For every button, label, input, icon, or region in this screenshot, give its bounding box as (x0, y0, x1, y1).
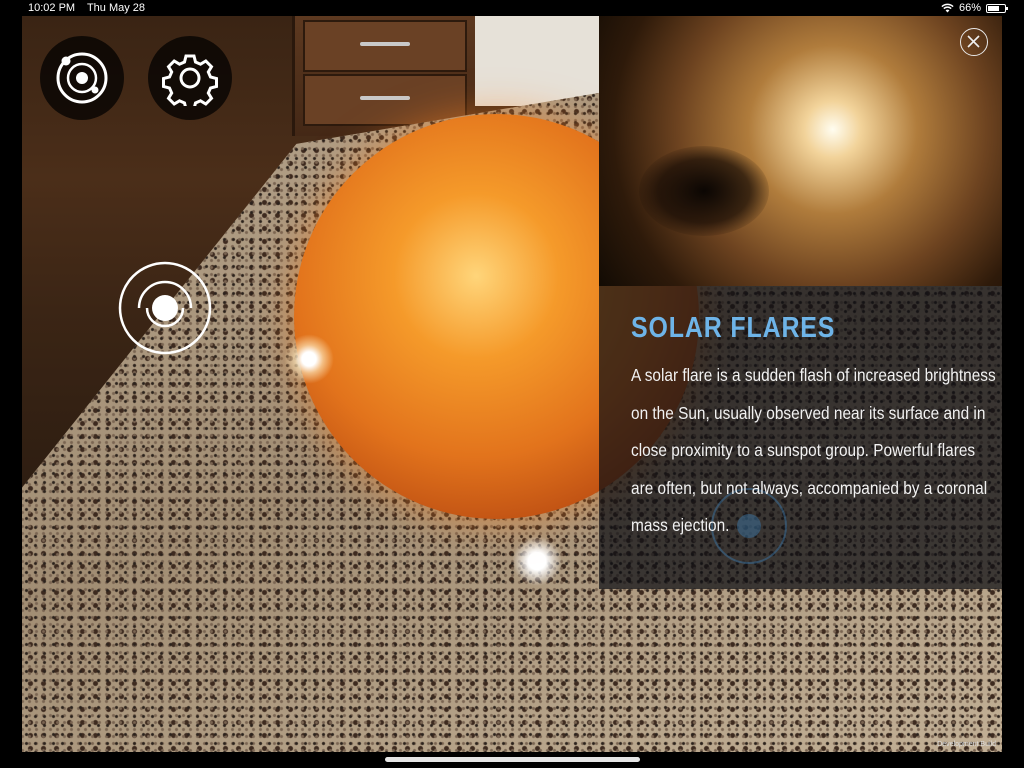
solar-flare-image (599, 16, 1002, 286)
settings-button[interactable] (148, 36, 232, 120)
light-reflection (512, 536, 562, 586)
info-body: A solar flare is a sudden flash of incre… (631, 365, 996, 535)
sunspot (639, 146, 769, 236)
cabinet (292, 16, 475, 136)
status-left: 10:02 PM Thu May 28 (28, 2, 154, 14)
info-text-box: SOLAR FLARES A solar flare is a sudden f… (599, 286, 1002, 589)
info-title: SOLAR FLARES (631, 312, 836, 344)
drawer (303, 20, 467, 72)
wifi-icon (941, 3, 954, 13)
solar-flare-hotspot[interactable] (284, 334, 334, 384)
status-time: 10:02 PM (28, 2, 76, 14)
info-panel: SOLAR FLARES A solar flare is a sudden f… (599, 16, 1002, 589)
drawer-handle (360, 96, 410, 100)
target-marker-icon[interactable] (117, 260, 213, 356)
status-right: 66% (941, 2, 1008, 14)
close-icon (967, 35, 980, 48)
status-bar: 10:02 PM Thu May 28 66% (0, 0, 1024, 16)
status-date: Thu May 28 (86, 2, 146, 14)
close-button[interactable] (960, 28, 988, 56)
ar-camera-view[interactable]: SOLAR FLARES A solar flare is a sudden f… (22, 16, 1002, 752)
battery-percent: 66% (958, 2, 981, 14)
development-build-label: Development Build (937, 741, 996, 748)
home-indicator[interactable] (385, 757, 640, 762)
drawer (303, 74, 467, 126)
drawer-handle (360, 42, 410, 46)
battery-fill (988, 5, 999, 11)
wall (472, 16, 602, 106)
solar-system-button[interactable] (40, 36, 124, 120)
battery-icon (986, 3, 1008, 13)
solar-system-icon (56, 52, 108, 104)
gear-icon (162, 54, 218, 106)
